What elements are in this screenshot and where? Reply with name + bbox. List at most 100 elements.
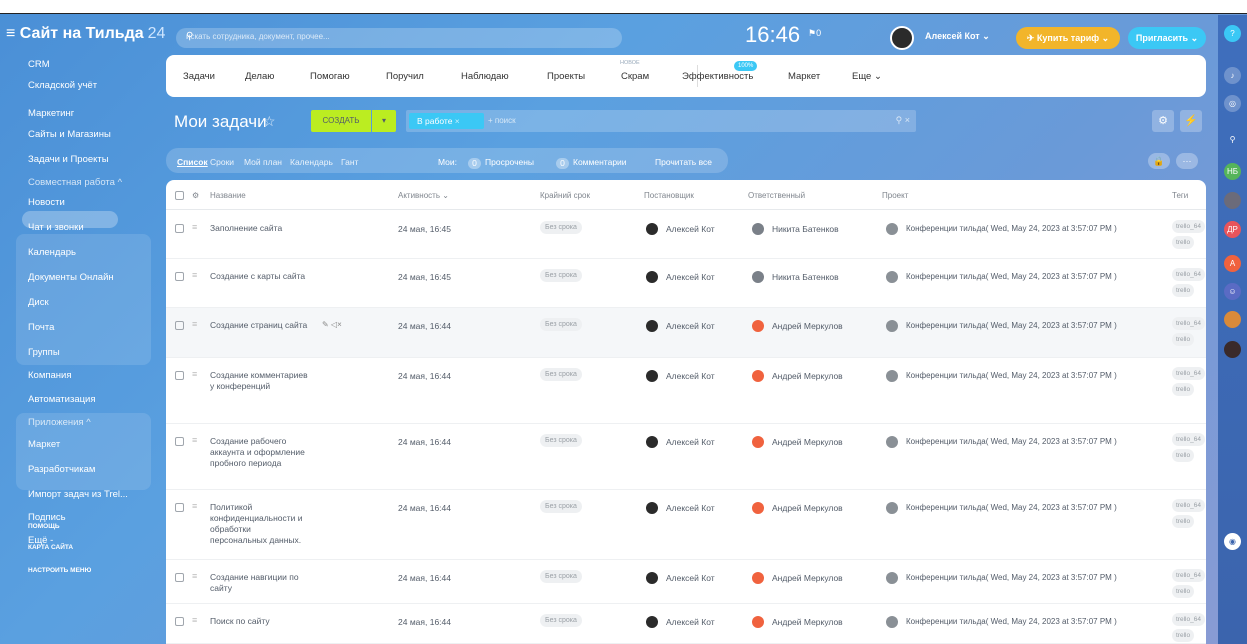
avatar[interactable] xyxy=(646,320,658,332)
task-title[interactable]: Создание комментариев у конференций xyxy=(210,370,310,392)
avatar[interactable] xyxy=(752,502,764,514)
col-responsible[interactable]: Ответственный xyxy=(748,191,805,200)
avatar[interactable] xyxy=(752,436,764,448)
create-menu-chevron-icon[interactable]: ▾ xyxy=(372,110,396,132)
project-name[interactable]: Конференции тильда( Wed, May 24, 2023 at… xyxy=(906,617,1117,626)
creator-name[interactable]: Алексей Кот xyxy=(666,224,715,234)
tab-item[interactable]: Скрам xyxy=(621,71,649,82)
responsible-name[interactable]: Андрей Меркулов xyxy=(772,617,843,627)
pin-mute-icons[interactable]: ✎ ◁× xyxy=(322,320,342,329)
task-title[interactable]: Создание с карты сайта xyxy=(210,271,310,282)
creator-name[interactable]: Алексей Кот xyxy=(666,503,715,513)
task-title[interactable]: Создание навгиции по сайту xyxy=(210,572,310,594)
avatar[interactable] xyxy=(752,616,764,628)
row-checkbox[interactable] xyxy=(175,503,184,512)
deadline-badge[interactable]: Без срока xyxy=(540,500,582,513)
col-activity[interactable]: Активность ⌄ xyxy=(398,191,449,200)
search-clear-icon[interactable]: ⚲ × xyxy=(896,115,910,126)
copilot-icon[interactable]: ◉ xyxy=(1224,533,1241,550)
sidebar-item[interactable]: Компания xyxy=(28,370,71,381)
project-name[interactable]: Конференции тильда( Wed, May 24, 2023 at… xyxy=(906,272,1117,281)
tag-badge[interactable]: trello xyxy=(1172,284,1195,297)
tab-item[interactable]: Делаю xyxy=(245,71,274,82)
responsible-name[interactable]: Никита Батенков xyxy=(772,224,839,234)
drag-handle-icon[interactable]: ≡ xyxy=(192,501,197,511)
tab-item[interactable]: Проекты xyxy=(547,71,585,82)
view-tab[interactable]: Сроки xyxy=(210,157,234,167)
comments-count[interactable]: 0 xyxy=(556,158,569,169)
row-checkbox[interactable] xyxy=(175,321,184,330)
project-name[interactable]: Конференции тильда( Wed, May 24, 2023 at… xyxy=(906,503,1117,512)
responsible-name[interactable]: Андрей Меркулов xyxy=(772,573,843,583)
clock[interactable]: 16:46 xyxy=(745,22,800,48)
view-tab[interactable]: Список xyxy=(177,157,208,167)
avatar[interactable] xyxy=(752,572,764,584)
task-title[interactable]: Создание рабочего аккаунта и оформление … xyxy=(210,436,310,469)
avatar[interactable] xyxy=(646,436,658,448)
avatar[interactable] xyxy=(752,370,764,382)
creator-name[interactable]: Алексей Кот xyxy=(666,437,715,447)
comments-filter[interactable]: Комментарии xyxy=(573,157,627,167)
tag-badge[interactable]: trello xyxy=(1172,449,1195,462)
sidebar-item[interactable]: Маркетинг xyxy=(28,108,74,119)
table-row[interactable]: ≡ Создание комментариев у конференций 24 м… xyxy=(166,358,1206,424)
chat-icon[interactable]: ◎ xyxy=(1224,95,1241,112)
sidebar-item[interactable]: Подпись xyxy=(28,512,66,523)
sidebar-item[interactable]: Маркет xyxy=(28,439,60,450)
tag-badge[interactable]: trello xyxy=(1172,515,1195,528)
drag-handle-icon[interactable]: ≡ xyxy=(192,571,197,581)
select-all-checkbox[interactable] xyxy=(175,191,184,200)
deadline-badge[interactable]: Без срока xyxy=(540,221,582,234)
buy-plan-button[interactable]: ✈ Купить тариф ⌄ xyxy=(1016,27,1120,49)
lock-icon[interactable]: 🔒 xyxy=(1148,153,1170,169)
filter-chip[interactable]: В работе × xyxy=(409,113,484,129)
tag-badge[interactable]: trello_64 xyxy=(1172,317,1205,330)
responsible-name[interactable]: Андрей Меркулов xyxy=(772,437,843,447)
tag-badge[interactable]: trello_64 xyxy=(1172,268,1205,281)
search-input[interactable]: искать сотрудника, документ, прочее... ⚲ xyxy=(176,28,622,48)
tab-item[interactable]: Поручил xyxy=(386,71,424,82)
project-name[interactable]: Конференции тильда( Wed, May 24, 2023 at… xyxy=(906,321,1117,330)
avatar[interactable] xyxy=(1224,192,1241,209)
sidebar-item[interactable]: Совместная работа ^ xyxy=(28,177,122,188)
responsible-name[interactable]: Андрей Меркулов xyxy=(772,321,843,331)
tab-item[interactable]: Эффективность xyxy=(682,71,753,82)
bolt-icon[interactable]: ⚡ xyxy=(1180,110,1202,132)
row-checkbox[interactable] xyxy=(175,272,184,281)
task-title[interactable]: Поиск по сайту xyxy=(210,616,310,627)
sidebar-item[interactable]: Чат и звонки xyxy=(28,222,84,233)
row-checkbox[interactable] xyxy=(175,371,184,380)
tab-item[interactable]: Помогаю xyxy=(310,71,350,82)
sidebar-item[interactable]: Складской учёт xyxy=(28,80,97,91)
responsible-name[interactable]: Никита Батенков xyxy=(772,272,839,282)
creator-name[interactable]: Алексей Кот xyxy=(666,573,715,583)
creator-name[interactable]: Алексей Кот xyxy=(666,371,715,381)
sidebar-item[interactable]: Диск xyxy=(28,297,49,308)
row-checkbox[interactable] xyxy=(175,224,184,233)
sidebar-item[interactable]: Разработчикам xyxy=(28,464,95,475)
project-name[interactable]: Конференции тильда( Wed, May 24, 2023 at… xyxy=(906,224,1117,233)
tag-badge[interactable]: trello xyxy=(1172,236,1195,249)
deadline-badge[interactable]: Без срока xyxy=(540,318,582,331)
more-icon[interactable]: ··· xyxy=(1176,153,1198,169)
overdue-count[interactable]: 0 xyxy=(468,158,481,169)
project-name[interactable]: Конференции тильда( Wed, May 24, 2023 at… xyxy=(906,371,1117,380)
tab-item[interactable]: Наблюдаю xyxy=(461,71,509,82)
task-title[interactable]: Создание страниц сайта xyxy=(210,320,310,331)
table-row[interactable]: ≡ Поиск по сайту 24 мая, 16:44 Без срока Але… xyxy=(166,604,1206,644)
table-row[interactable]: ≡ Создание рабочего аккаунта и оформление… xyxy=(166,424,1206,490)
sidebar-item[interactable]: Автоматизация xyxy=(28,394,96,405)
responsible-name[interactable]: Андрей Меркулов xyxy=(772,371,843,381)
avatar[interactable]: ДР xyxy=(1224,221,1241,238)
creator-name[interactable]: Алексей Кот xyxy=(666,272,715,282)
avatar[interactable] xyxy=(646,572,658,584)
worktime-flag-icon[interactable]: ⚑0 xyxy=(808,28,821,39)
user-menu[interactable]: Алексей Кот ⌄ xyxy=(925,31,990,42)
avatar[interactable] xyxy=(752,223,764,235)
help-icon[interactable]: ? xyxy=(1224,25,1241,42)
group-chat-icon[interactable]: ☺ xyxy=(1224,283,1241,300)
tab-item[interactable]: Еще ⌄ xyxy=(852,71,882,82)
sidebar-item[interactable]: Приложения ^ xyxy=(28,417,91,428)
sidebar-item[interactable]: Почта xyxy=(28,322,54,333)
row-checkbox[interactable] xyxy=(175,573,184,582)
